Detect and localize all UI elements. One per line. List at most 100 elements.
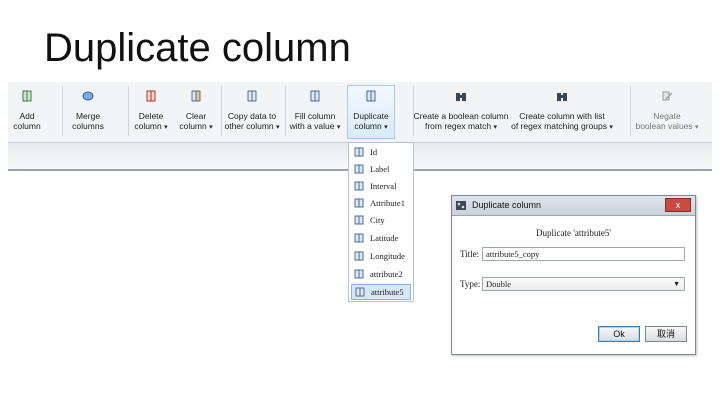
duplicate-column-button[interactable]: Duplicate column ▾	[347, 85, 395, 139]
type-select[interactable]: Double ▼	[482, 277, 685, 291]
menu-item-label: attribute5	[371, 287, 404, 297]
menu-item-attribute2[interactable]: attribute2	[351, 266, 411, 282]
menu-item-city[interactable]: City	[351, 212, 411, 228]
fill-column-label-text: with a value	[289, 121, 335, 131]
clear-column-icon	[191, 90, 201, 102]
column-icon	[354, 164, 364, 174]
duplicate-column-icon	[366, 90, 376, 102]
copy-data-label-1: Copy data to	[227, 111, 277, 121]
chevron-down-icon: ▼	[673, 280, 680, 288]
menu-item-label[interactable]: Label	[351, 161, 411, 177]
copy-data-label-text: other column	[224, 121, 274, 131]
fill-column-icon	[310, 90, 320, 102]
clear-column-label-2: column ▾	[179, 121, 212, 133]
fill-column-button[interactable]: Fill column with a value ▾	[288, 86, 342, 138]
add-column-label-2: column	[13, 121, 41, 131]
dialog-title: Duplicate column	[472, 200, 542, 210]
dialog-titlebar[interactable]: Duplicate column x	[452, 196, 695, 216]
merge-columns-label-2: columns	[72, 121, 104, 131]
boolean-regex-label-text: from regex match	[424, 121, 492, 131]
ribbon-separator	[62, 86, 63, 136]
column-dropdown-menu: Id Label Interval Attribute1 City Latitu…	[348, 142, 414, 302]
regex-groups-label-2: of regex matching groups ▾	[511, 121, 613, 133]
menu-item-label: City	[370, 215, 385, 225]
title-input[interactable]: attribute5_copy	[482, 247, 685, 261]
regex-groups-label-1: Create column with list	[519, 111, 605, 121]
regex-groups-button[interactable]: Create column with list of regex matchin…	[510, 86, 614, 138]
column-icon	[354, 269, 364, 279]
clear-column-button[interactable]: Clear column ▾	[176, 86, 216, 138]
boolean-regex-label-2: from regex match ▾	[425, 121, 497, 133]
ribbon-separator	[221, 86, 222, 136]
menu-item-label: Attribute1	[370, 198, 405, 208]
merge-columns-icon	[82, 91, 94, 101]
boolean-regex-button[interactable]: Create a boolean column from regex match…	[414, 86, 509, 138]
menu-item-interval[interactable]: Interval	[351, 178, 411, 194]
menu-item-label: attribute2	[370, 269, 403, 279]
menu-item-label: Interval	[370, 181, 397, 191]
negate-boolean-label-2: boolean values ▾	[635, 121, 698, 133]
close-icon: x	[675, 200, 681, 210]
regex-groups-label-text: of regex matching groups	[511, 121, 608, 131]
menu-item-label: Id	[370, 147, 378, 157]
cancel-button[interactable]: 取消	[645, 326, 687, 342]
column-icon	[354, 181, 364, 191]
menu-item-attribute5[interactable]: attribute5	[351, 284, 411, 300]
column-icon	[354, 251, 364, 261]
clear-column-label-text: column	[179, 121, 207, 131]
column-icon	[355, 287, 365, 297]
duplicate-column-dialog: Duplicate column x Duplicate 'attribute5…	[451, 195, 696, 355]
duplicate-column-label-text: column	[354, 121, 382, 131]
negate-boolean-label-1: Negate	[653, 111, 681, 121]
negate-boolean-label-text: boolean values	[635, 121, 693, 131]
menu-item-longitude[interactable]: Longitude	[351, 248, 411, 264]
ribbon-separator	[128, 86, 129, 136]
close-button[interactable]: x	[665, 198, 691, 212]
ribbon-separator	[285, 86, 286, 136]
menu-item-label: Latitude	[370, 233, 399, 243]
chevron-down-icon: ▾	[609, 124, 613, 131]
binoculars-icon	[557, 93, 567, 101]
add-column-button[interactable]: Add column	[10, 86, 44, 138]
menu-item-latitude[interactable]: Latitude	[351, 230, 411, 246]
menu-item-id[interactable]: Id	[351, 144, 411, 160]
copy-data-button[interactable]: Copy data to other column ▾	[224, 86, 280, 138]
binoculars-icon	[456, 93, 466, 101]
ribbon-separator	[630, 86, 631, 136]
app-icon	[456, 201, 466, 210]
chevron-down-icon: ▾	[209, 124, 213, 131]
negate-icon	[662, 91, 673, 101]
chevron-down-icon: ▾	[695, 124, 699, 131]
negate-boolean-button[interactable]: Negate boolean values ▾	[635, 86, 699, 138]
add-column-icon	[22, 90, 32, 102]
menu-item-attribute1[interactable]: Attribute1	[351, 195, 411, 211]
copy-data-icon	[247, 90, 257, 102]
add-column-label-1: Add	[19, 111, 35, 121]
delete-column-label-text: column	[134, 121, 162, 131]
delete-column-label-1: Delete	[138, 111, 164, 121]
fill-column-label-1: Fill column	[294, 111, 336, 121]
column-icon	[354, 215, 364, 225]
column-icon	[354, 147, 364, 157]
menu-item-label: Label	[370, 164, 390, 174]
delete-column-button[interactable]: Delete column ▾	[132, 86, 170, 138]
chevron-down-icon: ▾	[336, 124, 341, 131]
column-icon	[354, 233, 364, 243]
delete-column-icon	[146, 90, 156, 102]
duplicate-column-label-1: Duplicate	[353, 111, 389, 121]
chevron-down-icon: ▾	[164, 124, 168, 131]
delete-column-label-2: column ▾	[134, 121, 167, 133]
chevron-down-icon: ▾	[384, 124, 388, 131]
title-label: Title:	[460, 249, 480, 259]
dialog-heading: Duplicate 'attribute5'	[536, 228, 611, 238]
menu-item-label: Longitude	[370, 251, 405, 261]
merge-columns-label-1: Merge	[75, 111, 101, 121]
type-label: Type:	[460, 279, 481, 289]
ok-button[interactable]: Ok	[598, 326, 640, 342]
merge-columns-button[interactable]: Merge columns	[68, 86, 108, 138]
column-icon	[354, 198, 364, 208]
fill-column-label-2: with a value ▾	[290, 121, 341, 133]
boolean-regex-label-1: Create a boolean column	[413, 111, 509, 121]
chevron-down-icon: ▾	[493, 124, 498, 131]
clear-column-label-1: Clear	[185, 111, 207, 121]
